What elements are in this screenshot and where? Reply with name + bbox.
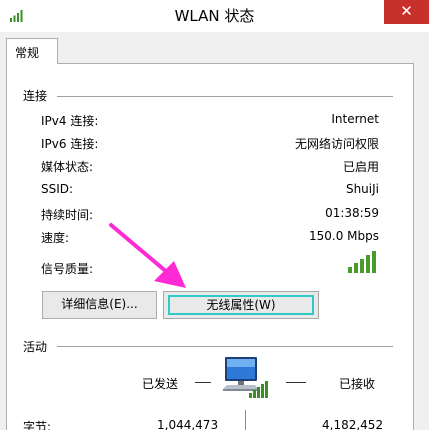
activity-heading: 活动 [23,340,48,354]
duration-value: 01:38:59 [325,206,379,220]
sent-label: 已发送 [142,377,179,391]
bytes-sent-value: 1,044,473 [157,418,219,430]
duration-label: 持续时间: [41,208,94,222]
bytes-received-value: 4,182,452 [322,418,384,430]
wireless-properties-button[interactable]: 无线属性(W) [163,291,319,319]
details-button[interactable]: 详细信息(E)... [42,291,157,319]
ipv6-value: 无网络访问权限 [294,137,379,151]
received-dash [286,382,306,383]
sent-dash [195,382,211,383]
ipv4-label: IPv4 连接: [41,114,99,128]
title-bar[interactable]: WLAN 状态 ✕ [0,0,429,32]
network-computer-icon [223,357,268,398]
bytes-label: 字节: [23,420,52,430]
speed-value: 150.0 Mbps [308,229,379,243]
close-button[interactable]: ✕ [384,0,429,24]
signal-quality-icon [348,251,376,273]
signal-quality-label: 信号质量: [41,262,94,276]
bytes-separator [245,410,246,430]
media-state-value: 已启用 [342,160,379,174]
signal-bar [372,251,376,273]
window-title: WLAN 状态 [174,7,255,25]
ssid-label: SSID: [41,182,74,196]
activity-divider [57,346,393,347]
tab-general[interactable]: 常规 [6,38,58,64]
close-icon: ✕ [400,2,413,20]
signal-bar [366,255,370,273]
signal-bar [348,267,352,273]
pointer-arrow-icon [109,223,186,288]
ssid-value: ShuiJi [345,182,379,196]
connection-divider [57,96,393,97]
wireless-properties-label: 无线属性(W) [168,295,314,315]
connection-heading: 连接 [23,89,48,103]
window-edge [418,32,429,430]
media-state-label: 媒体状态: [41,160,94,174]
signal-bar [360,259,364,273]
signal-bar [354,263,358,273]
ipv4-value: Internet [331,112,379,126]
received-label: 已接收 [339,377,376,391]
wlan-status-window: WLAN 状态 ✕ 常规 连接 IPv4 连接: Internet IPv6 连… [0,0,429,430]
speed-label: 速度: [41,231,70,245]
ipv6-label: IPv6 连接: [41,137,99,151]
